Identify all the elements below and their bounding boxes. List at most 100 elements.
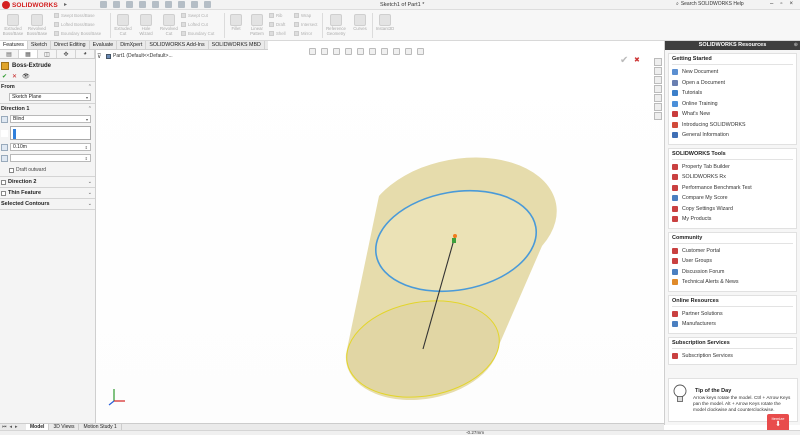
help-search[interactable]: ⌕ Search SOLIDWORKS Help (676, 1, 744, 7)
mirror-button[interactable]: Mirror (294, 31, 312, 36)
resource-link[interactable]: Performance Benchmark Test (672, 183, 793, 194)
thin-feature-checkbox[interactable] (1, 190, 6, 196)
tab-addins[interactable]: SOLIDWORKS Add-Ins (146, 41, 209, 49)
maximize-button[interactable]: ▫ (780, 1, 782, 7)
resource-link[interactable]: Technical Alerts & News (672, 277, 793, 288)
close-button[interactable]: × (789, 1, 793, 7)
depth-callout[interactable] (452, 238, 456, 243)
revolved-boss-button[interactable]: Revolved Boss/Base (26, 14, 48, 36)
tab-sketch[interactable]: Sketch (28, 41, 52, 49)
fillet-button[interactable]: Fillet (225, 14, 247, 32)
pane-pin-icon[interactable]: ⊕ (794, 42, 798, 48)
lofted-boss-button[interactable]: Lofted Boss/Base (54, 22, 95, 27)
draft-outward-checkbox[interactable]: Draft outward (9, 167, 95, 173)
extrude-preview[interactable] (96, 50, 663, 423)
preview-eye-icon[interactable]: 👁 (22, 73, 30, 80)
rib-button[interactable]: Rib (269, 13, 282, 18)
resource-link[interactable]: Customer Portal (672, 246, 793, 257)
intersect-button[interactable]: Intersect (294, 22, 317, 27)
minimize-button[interactable]: – (770, 1, 773, 7)
depth-input[interactable]: 0.10m ⇕ (10, 143, 91, 151)
reverse-direction-icon[interactable] (1, 116, 8, 123)
tab-direct-editing[interactable]: Direct Editing (51, 41, 90, 49)
wrap-button[interactable]: Wrap (294, 13, 311, 18)
resource-link[interactable]: Compare My Score (672, 193, 793, 204)
tab-mbd[interactable]: SOLIDWORKS MBD (209, 41, 265, 49)
resource-link[interactable]: New Document (672, 67, 793, 78)
tab-dimxpert[interactable]: DimXpert (117, 41, 147, 49)
draft-toggle-icon[interactable] (1, 155, 8, 162)
resource-link[interactable]: My Products (672, 214, 793, 225)
open-icon[interactable] (126, 1, 133, 8)
resources-tab-icon[interactable] (654, 58, 662, 66)
direction-reference-box[interactable] (10, 126, 91, 140)
resource-link[interactable]: Introducing SOLIDWORKS (672, 120, 793, 131)
custom-properties-tab-icon[interactable] (654, 103, 662, 111)
property-manager-tab-icon[interactable]: ▦ (19, 50, 38, 58)
extruded-boss-button[interactable]: Extruded Boss/Base (2, 14, 24, 36)
tab-features[interactable]: Features (0, 41, 28, 49)
feature-tree-tab-icon[interactable]: ▤ (0, 50, 19, 58)
extrude-handle[interactable] (453, 234, 457, 238)
resource-link[interactable]: What's New (672, 109, 793, 120)
revolved-cut-button[interactable]: Revolved Cut (158, 14, 180, 36)
from-section-header[interactable]: From ⌃ (0, 82, 95, 92)
menu-expand-icon[interactable]: ▸ (64, 1, 67, 8)
resource-link[interactable]: Online Training (672, 99, 793, 110)
boundary-boss-button[interactable]: Boundary Boss/Base (54, 31, 101, 36)
select-icon[interactable] (178, 1, 185, 8)
file-explorer-tab-icon[interactable] (654, 76, 662, 84)
resource-link[interactable]: Manufacturers (672, 319, 793, 330)
direction2-checkbox[interactable] (1, 179, 6, 185)
reference-geometry-button[interactable]: Reference Geometry (323, 14, 349, 36)
configuration-tab-icon[interactable]: ◫ (38, 50, 57, 58)
resource-link[interactable]: Subscription Services (672, 351, 793, 362)
resource-link[interactable]: Partner Solutions (672, 309, 793, 320)
design-library-tab-icon[interactable] (654, 67, 662, 75)
appearances-tab-icon[interactable] (654, 94, 662, 102)
curves-button[interactable]: Curves (349, 14, 371, 32)
dimxpert-tab-icon[interactable]: ✥ (57, 50, 76, 58)
options-icon[interactable] (204, 1, 211, 8)
end-condition-select[interactable]: Blind ▾ (10, 115, 91, 123)
resource-link[interactable]: Discussion Forum (672, 267, 793, 278)
extruded-cut-button[interactable]: Extruded Cut (112, 14, 134, 36)
hole-wizard-button[interactable]: Hole Wizard (135, 14, 157, 36)
linear-pattern-button[interactable]: Linear Pattern (246, 14, 268, 36)
home-icon[interactable] (100, 1, 107, 8)
forum-tab-icon[interactable] (654, 112, 662, 120)
ok-button[interactable]: ✔ (2, 73, 7, 80)
resource-link[interactable]: Tutorials (672, 88, 793, 99)
spinner-icon[interactable]: ⇕ (85, 156, 88, 161)
cancel-button[interactable]: ✕ (12, 73, 17, 80)
resource-link[interactable]: Property Tab Builder (672, 162, 793, 173)
lofted-cut-button[interactable]: Lofted Cut (181, 22, 208, 27)
spinner-icon[interactable]: ⇕ (85, 145, 88, 150)
display-tab-icon[interactable]: ◕ (76, 50, 95, 58)
undo-icon[interactable] (165, 1, 172, 8)
solidworks-logo[interactable]: SOLIDWORKS (2, 1, 58, 9)
direction2-section-header[interactable]: Direction 2 ⌄ (0, 177, 95, 187)
swept-boss-button[interactable]: Swept Boss/Base (54, 13, 95, 18)
shell-button[interactable]: Shell (269, 31, 286, 36)
boundary-cut-button[interactable]: Boundary Cut (181, 31, 214, 36)
print-icon[interactable] (152, 1, 159, 8)
from-select[interactable]: Sketch Plane ▾ (9, 93, 91, 101)
help-search-input[interactable]: Search SOLIDWORKS Help (681, 1, 744, 7)
tab-evaluate[interactable]: Evaluate (90, 41, 118, 49)
graphics-area[interactable]: ⊽ Part1 (Default<<Default>... ✔ ✖ (96, 48, 663, 423)
resource-link[interactable]: Open a Document (672, 78, 793, 89)
swept-cut-button[interactable]: Swept Cut (181, 13, 208, 18)
thin-feature-section-header[interactable]: Thin Feature ⌄ (0, 188, 95, 198)
selected-contours-section-header[interactable]: Selected Contours ⌄ (0, 199, 95, 209)
draft-button[interactable]: Draft (269, 22, 285, 27)
resource-link[interactable]: Copy Settings Wizard (672, 204, 793, 215)
new-document-icon[interactable] (113, 1, 120, 8)
resource-link[interactable]: General Information (672, 130, 793, 141)
instant3d-button[interactable]: Instant3D (374, 14, 396, 32)
view-palette-tab-icon[interactable] (654, 85, 662, 93)
rebuild-icon[interactable] (191, 1, 198, 8)
save-icon[interactable] (139, 1, 146, 8)
resource-link[interactable]: SOLIDWORKS Rx (672, 172, 793, 183)
draft-angle-input[interactable]: ⇕ (10, 154, 91, 162)
